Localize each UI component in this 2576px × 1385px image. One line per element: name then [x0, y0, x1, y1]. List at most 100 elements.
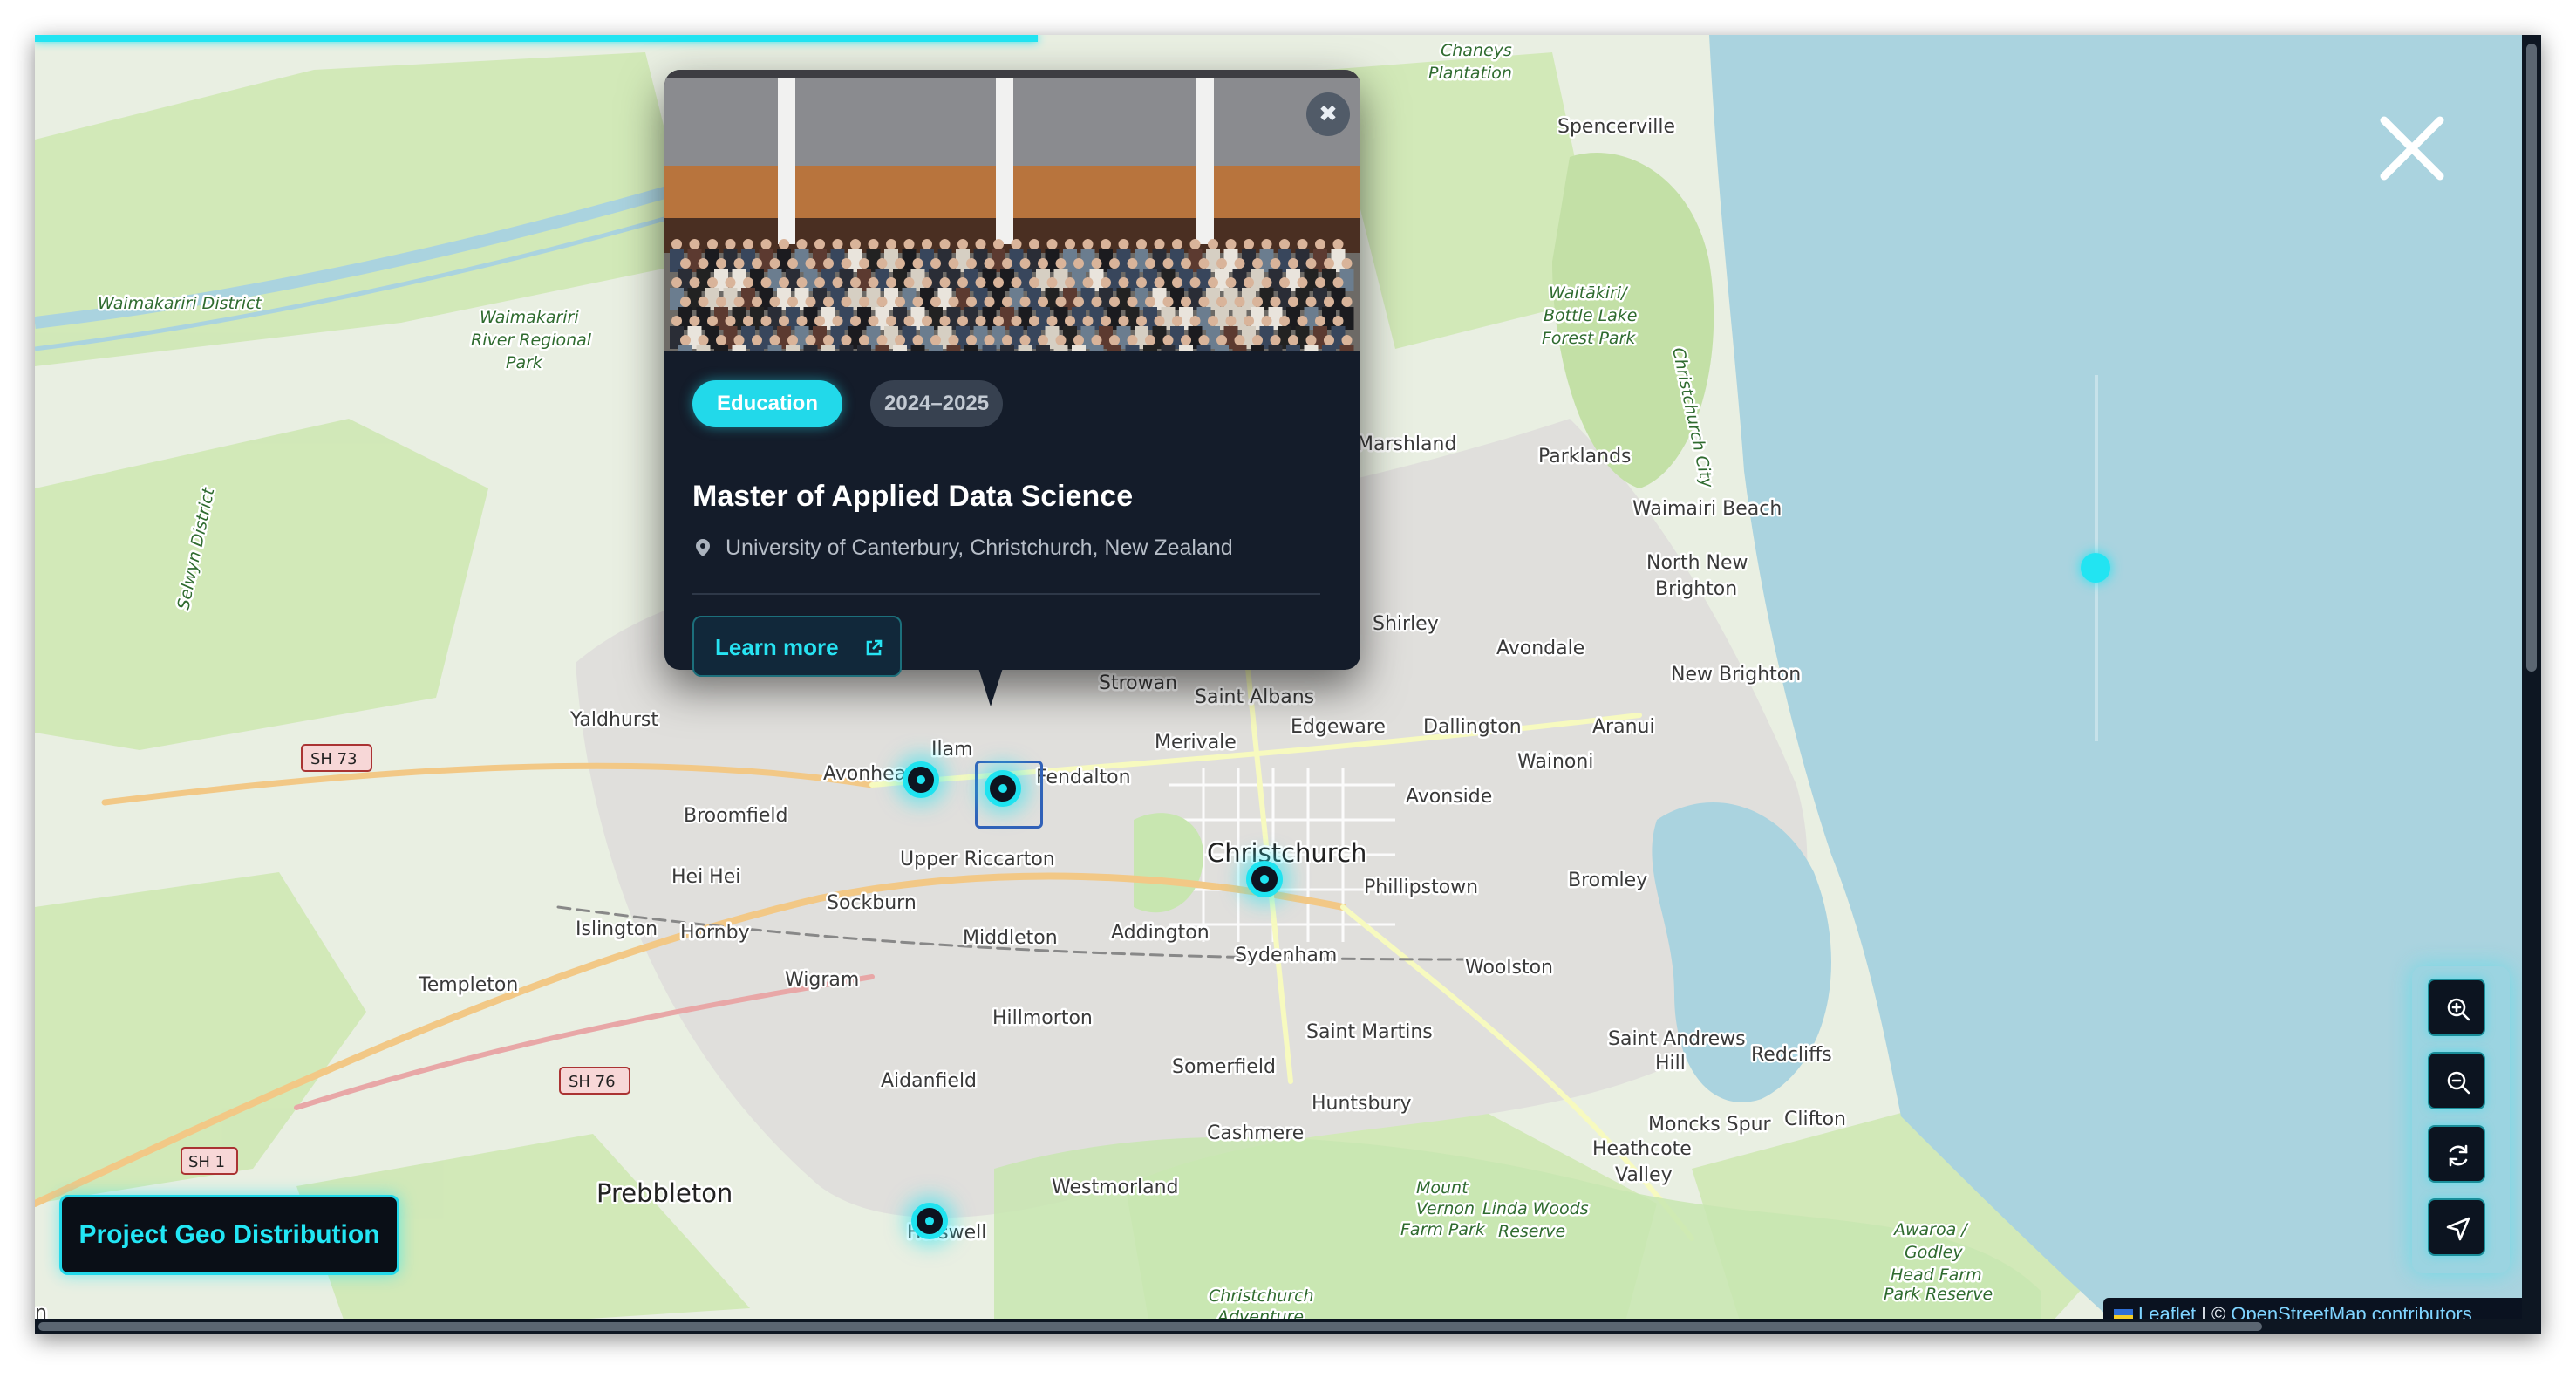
map-controls	[2412, 966, 2510, 1273]
popup-location: University of Canterbury, Christchurch, …	[692, 536, 1233, 561]
project-popup: ✖ Education 2024–2025 Master of Applied …	[664, 70, 1360, 706]
vertical-scrollbar-thumb[interactable]	[2526, 44, 2537, 672]
place-label: Merivale	[1155, 732, 1237, 754]
place-label: Cashmere	[1207, 1122, 1304, 1144]
place-label: Wainoni	[1517, 751, 1593, 773]
place-label: New Brighton	[1671, 664, 1801, 686]
year-badge: 2024–2025	[870, 380, 1004, 427]
place-label: Ilam	[931, 739, 973, 761]
reset-view-button[interactable]	[2428, 1125, 2485, 1183]
place-label: Godley	[1905, 1243, 1963, 1262]
popup-close-button[interactable]: ✖	[1306, 92, 1350, 136]
place-label: Head Farm	[1891, 1266, 1982, 1285]
svg-text:SH 73: SH 73	[310, 750, 358, 768]
highway-shield-sh76: SH 76	[559, 1067, 630, 1095]
category-badge: Education	[692, 380, 843, 427]
place-label: Saint Martins	[1306, 1021, 1433, 1043]
external-link-icon	[866, 639, 883, 656]
place-label: Aranui	[1592, 716, 1655, 738]
zoom-in-icon	[2447, 998, 2470, 1021]
drag-handle[interactable]	[2081, 553, 2110, 583]
place-label: Avonside	[1406, 786, 1492, 808]
popup-divider	[692, 593, 1320, 595]
place-label: Dallington	[1423, 716, 1522, 738]
place-label: Westmorland	[1052, 1177, 1179, 1198]
popup-tip	[978, 668, 1003, 706]
zoom-out-button[interactable]	[2428, 1052, 2485, 1109]
place-label: Saint Andrews	[1608, 1028, 1746, 1050]
place-label: Farm Park	[1400, 1220, 1486, 1239]
place-label: Bromley	[1568, 870, 1647, 891]
place-label: River Regional	[471, 331, 592, 350]
highway-shield-sh73: SH 73	[301, 744, 372, 772]
place-label: Chaneys	[1441, 41, 1512, 60]
place-label: Hill	[1655, 1053, 1686, 1075]
place-label: Islington	[576, 918, 658, 940]
project-geo-distribution-button[interactable]: Project Geo Distribution	[59, 1195, 399, 1275]
locate-button[interactable]	[2428, 1198, 2485, 1256]
place-label: Prebbleton	[596, 1178, 733, 1208]
location-text: University of Canterbury, Christchurch, …	[726, 536, 1233, 560]
place-label: Bottle Lake	[1544, 306, 1638, 325]
horizontal-scrollbar[interactable]	[35, 1319, 2541, 1334]
place-label: Strowan	[1099, 672, 1177, 694]
svg-text:SH 1: SH 1	[188, 1153, 225, 1171]
place-label: Avondale	[1496, 638, 1584, 659]
svg-text:SH 76: SH 76	[569, 1073, 616, 1091]
place-label: Waimakariri District	[98, 294, 262, 313]
place-label: Plantation	[1428, 64, 1512, 83]
learn-more-button[interactable]: Learn more	[692, 616, 902, 677]
place-label: Waitākiri/	[1549, 283, 1629, 303]
place-label: Reserve	[1498, 1222, 1565, 1241]
map-pin-icon	[696, 539, 710, 556]
place-label: Hornby	[680, 922, 750, 944]
project-marker-selected[interactable]	[985, 770, 1021, 807]
place-label: Saint Albans	[1195, 686, 1314, 708]
place-label: Wigram	[785, 969, 859, 991]
place-label: Addington	[1111, 922, 1210, 944]
loading-progress-bar	[35, 35, 1038, 42]
place-label: Woolston	[1465, 957, 1553, 979]
horizontal-scrollbar-thumb[interactable]	[38, 1322, 2262, 1331]
place-label: Clifton	[1784, 1109, 1846, 1130]
place-label: Sockburn	[827, 892, 917, 914]
project-marker[interactable]	[903, 761, 939, 798]
place-label: Spencerville	[1557, 116, 1675, 138]
crowd	[670, 239, 1354, 351]
place-label: Edgeware	[1291, 716, 1386, 738]
place-label: North New	[1646, 552, 1748, 574]
place-label: Valley	[1615, 1164, 1673, 1186]
project-marker[interactable]	[1246, 861, 1283, 897]
place-label: Shirley	[1373, 613, 1439, 635]
place-label: Waimakariri	[480, 308, 579, 327]
place-label: Huntsbury	[1312, 1093, 1412, 1115]
map-frame: SH 73 SH 76 SH 1 Christchurch Prebbleton…	[35, 35, 2541, 1334]
popup-title: Master of Applied Data Science	[692, 480, 1134, 513]
vertical-scrollbar[interactable]	[2522, 35, 2541, 1334]
place-label: Forest Park	[1542, 329, 1636, 348]
place-label: Sydenham	[1235, 945, 1337, 966]
place-label: Hillmorton	[992, 1007, 1093, 1029]
place-label: Awaroa /	[1892, 1220, 1969, 1239]
close-icon[interactable]	[2372, 108, 2452, 188]
place-label: Linda Woods	[1482, 1199, 1589, 1218]
place-label: Somerfield	[1172, 1056, 1276, 1078]
place-label: Mount	[1416, 1178, 1469, 1197]
place-label: Fendalton	[1036, 767, 1131, 788]
place-label: Christchurch	[1209, 1286, 1314, 1306]
refresh-icon	[2449, 1144, 2468, 1167]
place-label: Waimairi Beach	[1632, 498, 1782, 520]
place-label: Templeton	[418, 974, 518, 996]
place-label: Phillipstown	[1364, 877, 1478, 898]
place-label: Yaldhurst	[569, 709, 658, 731]
place-label: Christchurch	[1207, 838, 1366, 868]
highway-shield-sh1: SH 1	[181, 1147, 238, 1175]
place-label: Brighton	[1655, 578, 1737, 600]
place-label: Middleton	[963, 927, 1058, 949]
project-marker[interactable]	[911, 1203, 948, 1239]
group-photo-image	[664, 70, 1360, 351]
navigate-icon	[2446, 1217, 2470, 1241]
zoom-out-icon	[2447, 1071, 2470, 1095]
learn-more-label: Learn more	[715, 634, 839, 660]
zoom-in-button[interactable]	[2428, 979, 2485, 1036]
